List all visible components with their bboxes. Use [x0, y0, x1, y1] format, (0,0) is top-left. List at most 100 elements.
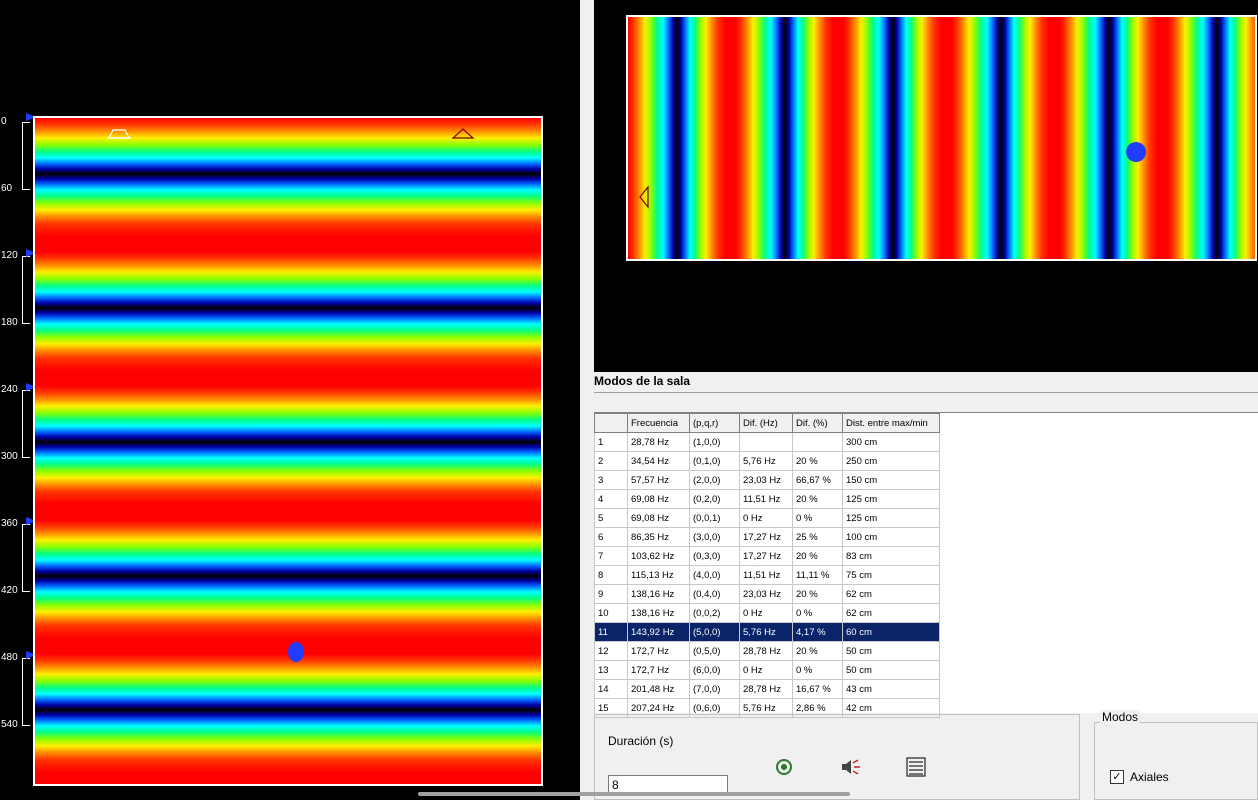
table-cell: (0,4,0) [689, 584, 740, 604]
table-cell: 62 cm [842, 603, 940, 623]
table-cell: 43 cm [842, 679, 940, 699]
table-cell [739, 432, 793, 452]
table-cell: 20 % [792, 546, 843, 566]
table-row[interactable]: 4 69,08 Hz (0,2,0) 11,51 Hz 20 % 125 cm [594, 489, 940, 509]
ruler-tick [22, 323, 30, 324]
table-row[interactable]: 11 143,92 Hz (5,0,0) 5,76 Hz 4,17 % 60 cm [594, 622, 940, 642]
table-cell: (2,0,0) [689, 470, 740, 490]
table-cell: 8 [594, 565, 628, 585]
listener-dot [288, 642, 304, 662]
table-row[interactable]: 6 86,35 Hz (3,0,0) 17,27 Hz 25 % 100 cm [594, 527, 940, 547]
table-cell: (4,0,0) [689, 565, 740, 585]
table-cell: (0,5,0) [689, 641, 740, 661]
table-cell: 11,51 Hz [739, 565, 793, 585]
table-cell: 57,57 Hz [627, 470, 690, 490]
modes-panel: Modos de la sala Frecuencia (p,q,r) Dif. (… [594, 372, 1258, 800]
duration-group: Duración (s) [594, 714, 1080, 800]
table-cell: 17,27 Hz [739, 527, 793, 547]
ruler-label: 480 [1, 652, 18, 663]
table-cell: 100 cm [842, 527, 940, 547]
modes-table[interactable]: Frecuencia (p,q,r) Dif. (Hz) Dif. (%) Dist. … [594, 413, 940, 718]
table-row[interactable]: 12 172,7 Hz (0,5,0) 28,78 Hz 20 % 50 cm [594, 641, 940, 661]
table-cell: 60 cm [842, 622, 940, 642]
table-row[interactable]: 13 172,7 Hz (6,0,0) 0 Hz 0 % 50 cm [594, 660, 940, 680]
table-row[interactable]: 1 28,78 Hz (1,0,0) 300 cm [594, 432, 940, 452]
table-cell: 115,13 Hz [627, 565, 690, 585]
table-cell: 0 Hz [739, 508, 793, 528]
table-cell: (5,0,0) [689, 622, 740, 642]
source-speaker-icon [108, 129, 130, 139]
side-view-canvas[interactable]: 0 60 120 180 240 300 360 420 480 540 [0, 0, 580, 800]
table-cell: 7 [594, 546, 628, 566]
table-row[interactable]: 14 201,48 Hz (7,0,0) 28,78 Hz 16,67 % 43 cm [594, 679, 940, 699]
table-cell: 34,54 Hz [627, 451, 690, 471]
source-speaker-icon-top [639, 185, 649, 209]
play-sound-button[interactable] [839, 756, 861, 778]
table-header-row: Frecuencia (p,q,r) Dif. (Hz) Dif. (%) Dist. … [594, 413, 940, 433]
table-cell: 0 % [792, 660, 843, 680]
list-view-button[interactable] [905, 756, 927, 778]
ruler-bracket [22, 524, 23, 591]
table-cell: 14 [594, 679, 628, 699]
axiales-checkbox-row[interactable]: ✓ Axiales [1110, 770, 1169, 784]
table-row[interactable]: 5 69,08 Hz (0,0,1) 0 Hz 0 % 125 cm [594, 508, 940, 528]
top-view-canvas[interactable] [594, 0, 1258, 372]
table-cell: (0,3,0) [689, 546, 740, 566]
table-row[interactable]: 9 138,16 Hz (0,4,0) 23,03 Hz 20 % 62 cm [594, 584, 940, 604]
table-cell: 125 cm [842, 508, 940, 528]
column-header[interactable]: (p,q,r) [689, 413, 740, 433]
table-cell: 4 [594, 489, 628, 509]
column-header[interactable]: Dif. (%) [792, 413, 843, 433]
column-header[interactable]: Dist. entre max/min [842, 413, 940, 433]
table-cell: 2 [594, 451, 628, 471]
pressure-map-top[interactable] [626, 15, 1257, 261]
table-body[interactable]: 1 28,78 Hz (1,0,0) 300 cm 2 34,54 Hz (0,1,0) 5,… [594, 432, 940, 718]
table-cell: 66,67 % [792, 470, 843, 490]
axiales-checkbox[interactable]: ✓ [1110, 770, 1124, 784]
ruler-bracket [22, 122, 23, 189]
listen-icon [776, 759, 792, 775]
ruler-label: 360 [1, 518, 18, 529]
ruler-label: 540 [1, 719, 18, 730]
ruler-bracket [22, 256, 23, 323]
table-cell: 62 cm [842, 584, 940, 604]
table-cell: 13 [594, 660, 628, 680]
listener-dot-top [1126, 142, 1146, 162]
table-row[interactable]: 7 103,62 Hz (0,3,0) 17,27 Hz 20 % 83 cm [594, 546, 940, 566]
table-row[interactable]: 10 138,16 Hz (0,0,2) 0 Hz 0 % 62 cm [594, 603, 940, 623]
table-row[interactable]: 8 115,13 Hz (4,0,0) 11,51 Hz 11,11 % 75 cm [594, 565, 940, 585]
pressure-map-side[interactable] [33, 116, 543, 786]
table-row[interactable]: 3 57,57 Hz (2,0,0) 23,03 Hz 66,67 % 150 cm [594, 470, 940, 490]
table-cell: 86,35 Hz [627, 527, 690, 547]
table-cell: 12 [594, 641, 628, 661]
table-cell: (3,0,0) [689, 527, 740, 547]
table-cell: 0 % [792, 603, 843, 623]
table-cell: 9 [594, 584, 628, 604]
table-cell: (0,2,0) [689, 489, 740, 509]
table-cell: 3 [594, 470, 628, 490]
column-header[interactable]: Frecuencia [627, 413, 690, 433]
table-cell: (1,0,0) [689, 432, 740, 452]
column-header[interactable] [594, 413, 628, 433]
table-row[interactable]: 2 34,54 Hz (0,1,0) 5,76 Hz 20 % 250 cm [594, 451, 940, 471]
ruler-bracket [22, 658, 23, 725]
table-cell: 28,78 Hz [739, 641, 793, 661]
ruler-label: 120 [1, 250, 18, 261]
table-cell: 143,92 Hz [627, 622, 690, 642]
ruler-tick [22, 591, 30, 592]
table-cell: 20 % [792, 489, 843, 509]
table-cell: 20 % [792, 641, 843, 661]
horizontal-scrollbar[interactable] [418, 792, 850, 796]
table-cell: (0,0,1) [689, 508, 740, 528]
table-cell: 50 cm [842, 660, 940, 680]
table-cell: 83 cm [842, 546, 940, 566]
modes-table-container[interactable]: Frecuencia (p,q,r) Dif. (Hz) Dif. (%) Dist. … [594, 412, 1258, 718]
table-cell: (0,0,2) [689, 603, 740, 623]
listen-button[interactable] [773, 756, 795, 778]
table-cell: 172,7 Hz [627, 641, 690, 661]
column-header[interactable]: Dif. (Hz) [739, 413, 793, 433]
ruler-label: 180 [1, 317, 18, 328]
ruler-tick [22, 457, 30, 458]
splitter[interactable] [580, 0, 594, 800]
speaker-sound-icon [842, 759, 860, 775]
